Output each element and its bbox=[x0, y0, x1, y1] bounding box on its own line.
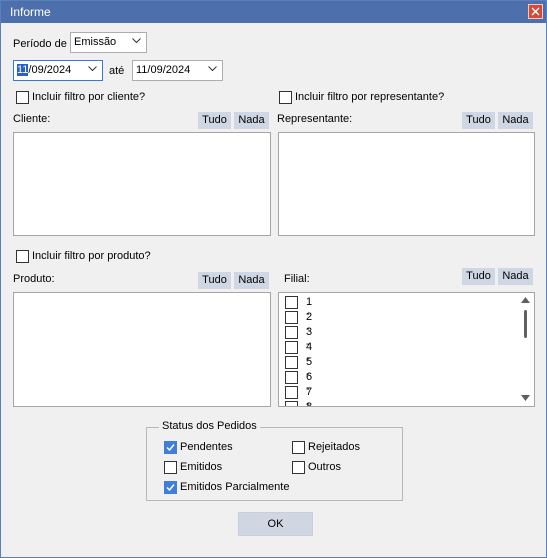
close-button[interactable] bbox=[528, 4, 543, 19]
periodo-type-value: Emissão bbox=[74, 36, 117, 48]
emitidos-checkbox[interactable] bbox=[164, 461, 177, 474]
check-icon bbox=[166, 444, 175, 452]
representante-filter-label: Incluir filtro por representante? bbox=[295, 91, 445, 103]
outros-checkbox[interactable] bbox=[292, 461, 305, 474]
filial-item-checkbox[interactable] bbox=[285, 401, 298, 406]
date-from-value: 11/09/2024 bbox=[17, 64, 71, 76]
representante-filter-checkbox[interactable] bbox=[279, 91, 292, 104]
informe-window: Informe Período de Emissão 11/09/2024 at… bbox=[0, 0, 547, 558]
date-from-rest: /09/2024 bbox=[28, 64, 72, 76]
check-icon bbox=[166, 484, 175, 492]
scrollbar-thumb[interactable] bbox=[524, 310, 527, 338]
window-title: Informe bbox=[10, 5, 51, 19]
filial-list[interactable]: 1 - 2 - 3 - 4 - 5 - 6 - 7 - 8 - bbox=[278, 292, 535, 407]
pendentes-label: Pendentes bbox=[180, 441, 233, 453]
filial-tudo-button[interactable]: Tudo bbox=[462, 268, 495, 285]
emitidos-parcialmente-checkbox[interactable] bbox=[164, 481, 177, 494]
cliente-label: Cliente: bbox=[13, 113, 51, 125]
filial-item-checkbox[interactable] bbox=[285, 386, 298, 399]
filial-item-checkbox[interactable] bbox=[285, 326, 298, 339]
periodo-type-select[interactable]: Emissão bbox=[70, 32, 147, 53]
filial-item-checkbox[interactable] bbox=[285, 341, 298, 354]
ate-label: até bbox=[109, 65, 125, 77]
produto-list[interactable] bbox=[13, 292, 271, 407]
produto-label: Produto: bbox=[13, 273, 55, 285]
produto-nada-button[interactable]: Nada bbox=[234, 272, 269, 289]
status-group-title: Status dos Pedidos bbox=[159, 420, 260, 432]
filial-scrollbar[interactable] bbox=[518, 294, 533, 405]
produto-tudo-button[interactable]: Tudo bbox=[198, 272, 231, 289]
close-icon bbox=[531, 7, 540, 16]
cliente-filter-checkbox[interactable] bbox=[16, 91, 29, 104]
scroll-up-icon[interactable] bbox=[521, 297, 530, 303]
outros-label: Outros bbox=[308, 461, 342, 473]
cliente-nada-button[interactable]: Nada bbox=[234, 112, 269, 129]
filial-item-checkbox[interactable] bbox=[285, 371, 298, 384]
periodo-label: Período de bbox=[13, 38, 67, 50]
cliente-filter-label: Incluir filtro por cliente? bbox=[32, 91, 146, 103]
chevron-down-icon bbox=[132, 38, 141, 44]
title-bar[interactable]: Informe bbox=[1, 1, 546, 23]
emitidos-label: Emitidos bbox=[180, 461, 223, 473]
filial-nada-button[interactable]: Nada bbox=[498, 268, 533, 285]
date-from-selected-part: 11 bbox=[17, 64, 29, 76]
filial-label: Filial: bbox=[284, 273, 310, 285]
filial-item-checkbox[interactable] bbox=[285, 311, 298, 324]
chevron-down-icon bbox=[208, 66, 217, 72]
produto-filter-label: Incluir filtro por produto? bbox=[32, 250, 151, 262]
representante-tudo-button[interactable]: Tudo bbox=[462, 112, 495, 129]
rejeitados-checkbox[interactable] bbox=[292, 441, 305, 454]
produto-filter-checkbox[interactable] bbox=[16, 250, 29, 263]
representante-list[interactable] bbox=[278, 132, 535, 236]
date-to-picker[interactable]: 11/09/2024 bbox=[132, 60, 223, 81]
filial-item-label: 8 - bbox=[306, 401, 313, 407]
ok-button[interactable]: OK bbox=[238, 512, 313, 536]
representante-nada-button[interactable]: Nada bbox=[498, 112, 533, 129]
scroll-down-icon[interactable] bbox=[521, 395, 530, 401]
emitidos-parcialmente-label: Emitidos Parcialmente bbox=[180, 481, 290, 493]
filial-item-checkbox[interactable] bbox=[285, 296, 298, 309]
cliente-list[interactable] bbox=[13, 132, 271, 236]
chevron-down-icon bbox=[88, 66, 97, 72]
representante-label: Representante: bbox=[277, 113, 353, 125]
filial-item-checkbox[interactable] bbox=[285, 356, 298, 369]
cliente-tudo-button[interactable]: Tudo bbox=[198, 112, 231, 129]
date-from-picker[interactable]: 11/09/2024 bbox=[13, 60, 103, 81]
pendentes-checkbox[interactable] bbox=[164, 441, 177, 454]
date-to-value: 11/09/2024 bbox=[136, 64, 191, 76]
rejeitados-label: Rejeitados bbox=[308, 441, 360, 453]
